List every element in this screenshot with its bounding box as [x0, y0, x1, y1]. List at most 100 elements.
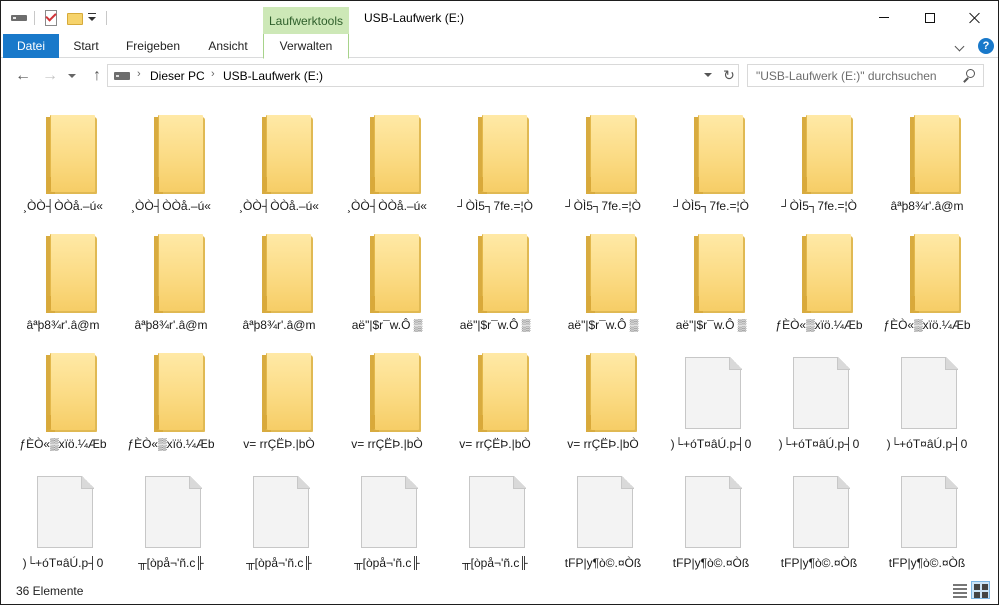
blank-file-icon: [657, 339, 765, 431]
file-item[interactable]: ╥[òpå¬'ñ.c╟: [333, 458, 441, 576]
large-icons-view-icon[interactable]: [971, 581, 990, 599]
item-name: aë"|$r¯w.Ô ▒: [351, 318, 423, 332]
folder-icon: [549, 339, 657, 432]
blank-file-icon: [549, 458, 657, 550]
tab-ansicht[interactable]: Ansicht: [193, 34, 263, 58]
item-name: ¸ÒÒ┤ÒÒå.–ú«: [239, 199, 319, 213]
folder-item[interactable]: aë"|$r¯w.Ô ▒: [657, 220, 765, 338]
item-name: tFP|y¶ò©.¤Òß: [780, 556, 858, 570]
forward-arrow-icon[interactable]: →: [39, 65, 61, 87]
folder-item[interactable]: ƒÈÒ«▒xïö.¼Æb: [873, 220, 981, 338]
breadcrumb-separator-icon[interactable]: ›: [137, 68, 141, 80]
blank-file-icon: [873, 339, 981, 431]
new-folder-icon[interactable]: [67, 10, 83, 26]
folder-item[interactable]: ƒÈÒ«▒xïö.¼Æb: [9, 339, 117, 457]
customize-quick-access-icon[interactable]: [87, 12, 97, 24]
address-bar[interactable]: › Dieser PC › USB-Laufwerk (E:) ↻: [107, 64, 739, 87]
refresh-icon[interactable]: ↻: [720, 66, 738, 85]
folder-item[interactable]: âªþ8¾r'.â@m: [225, 220, 333, 338]
recent-locations-chevron-icon[interactable]: [65, 65, 79, 87]
folder-item[interactable]: âªþ8¾r'.â@m: [873, 101, 981, 219]
tab-start[interactable]: Start: [59, 34, 113, 58]
item-name: )└+óT¤âÚ.p┤0: [886, 437, 968, 451]
folder-item[interactable]: ┘ÒÌ5┐7fe.=¦Ò: [765, 101, 873, 219]
up-arrow-icon[interactable]: ↑: [86, 65, 108, 87]
folder-icon: [873, 220, 981, 313]
item-name: âªþ8¾r'.â@m: [242, 318, 316, 332]
folder-icon: [117, 220, 225, 313]
item-name: v= rrÇËÞ.|bÒ: [243, 437, 315, 451]
item-name: ƒÈÒ«▒xïö.¼Æb: [775, 318, 863, 332]
item-name: ¸ÒÒ┤ÒÒå.–ú«: [131, 199, 211, 213]
folder-item[interactable]: ƒÈÒ«▒xïö.¼Æb: [765, 220, 873, 338]
file-item[interactable]: )└+óT¤âÚ.p┤0: [765, 339, 873, 457]
search-input[interactable]: [756, 65, 956, 86]
maximize-button[interactable]: [907, 1, 953, 34]
folder-item[interactable]: âªþ8¾r'.â@m: [117, 220, 225, 338]
close-button[interactable]: [952, 1, 998, 34]
file-item[interactable]: )└+óT¤âÚ.p┤0: [657, 339, 765, 457]
tab-verwalten[interactable]: Verwalten: [263, 34, 349, 59]
folder-icon: [441, 220, 549, 313]
folder-item[interactable]: ¸ÒÒ┤ÒÒå.–ú«: [117, 101, 225, 219]
item-name: ╥[òpå¬'ñ.c╟: [354, 556, 420, 570]
item-name: ƒÈÒ«▒xïö.¼Æb: [19, 437, 107, 451]
item-name: ┘ÒÌ5┐7fe.=¦Ò: [457, 199, 533, 213]
tab-datei[interactable]: Datei: [3, 34, 59, 58]
breadcrumb-separator-icon[interactable]: ›: [211, 68, 215, 80]
file-item[interactable]: ╥[òpå¬'ñ.c╟: [441, 458, 549, 576]
folder-item[interactable]: v= rrÇËÞ.|bÒ: [441, 339, 549, 457]
file-item[interactable]: tFP|y¶ò©.¤Òß: [549, 458, 657, 576]
file-item[interactable]: tFP|y¶ò©.¤Òß: [657, 458, 765, 576]
folder-item[interactable]: aë"|$r¯w.Ô ▒: [333, 220, 441, 338]
file-item[interactable]: )└+óT¤âÚ.p┤0: [873, 339, 981, 457]
tab-freigeben[interactable]: Freigeben: [113, 34, 193, 58]
expand-ribbon-chevron-icon[interactable]: [954, 39, 966, 51]
item-name: ƒÈÒ«▒xïö.¼Æb: [127, 437, 215, 451]
item-name: âªþ8¾r'.â@m: [890, 199, 964, 213]
minimize-button[interactable]: [861, 1, 907, 34]
search-icon[interactable]: [962, 69, 976, 83]
folder-item[interactable]: aë"|$r¯w.Ô ▒: [441, 220, 549, 338]
file-item[interactable]: tFP|y¶ò©.¤Òß: [873, 458, 981, 576]
breadcrumb-usb-drive[interactable]: USB-Laufwerk (E:): [223, 69, 323, 83]
item-name: tFP|y¶ò©.¤Òß: [888, 556, 966, 570]
item-name: )└+óT¤âÚ.p┤0: [778, 437, 860, 451]
folder-item[interactable]: ¸ÒÒ┤ÒÒå.–ú«: [9, 101, 117, 219]
blank-file-icon: [765, 339, 873, 431]
item-name: v= rrÇËÞ.|bÒ: [567, 437, 639, 451]
back-arrow-icon[interactable]: ←: [12, 65, 34, 87]
item-name: aë"|$r¯w.Ô ▒: [567, 318, 639, 332]
folder-item[interactable]: ƒÈÒ«▒xïö.¼Æb: [117, 339, 225, 457]
folder-item[interactable]: ┘ÒÌ5┐7fe.=¦Ò: [549, 101, 657, 219]
help-icon[interactable]: ?: [978, 38, 994, 54]
folder-item[interactable]: âªþ8¾r'.â@m: [9, 220, 117, 338]
folder-icon: [225, 339, 333, 432]
breadcrumb-dieser-pc[interactable]: Dieser PC: [150, 69, 205, 83]
item-name: ┘ÒÌ5┐7fe.=¦Ò: [565, 199, 641, 213]
folder-item[interactable]: ┘ÒÌ5┐7fe.=¦Ò: [657, 101, 765, 219]
blank-file-icon: [657, 458, 765, 550]
file-item[interactable]: ╥[òpå¬'ñ.c╟: [225, 458, 333, 576]
folder-item[interactable]: ┘ÒÌ5┐7fe.=¦Ò: [441, 101, 549, 219]
folder-icon: [9, 220, 117, 313]
properties-icon[interactable]: [43, 10, 59, 26]
folder-icon: [549, 101, 657, 194]
folder-item[interactable]: v= rrÇËÞ.|bÒ: [225, 339, 333, 457]
folder-item[interactable]: v= rrÇËÞ.|bÒ: [549, 339, 657, 457]
folder-icon: [441, 339, 549, 432]
folder-item[interactable]: ¸ÒÒ┤ÒÒå.–ú«: [333, 101, 441, 219]
search-box[interactable]: [747, 64, 984, 87]
file-item[interactable]: )└+óT¤âÚ.p┤0: [9, 458, 117, 576]
blank-file-icon: [765, 458, 873, 550]
folder-item[interactable]: ¸ÒÒ┤ÒÒå.–ú«: [225, 101, 333, 219]
status-bar: 36 Elemente: [1, 576, 998, 604]
file-item[interactable]: tFP|y¶ò©.¤Òß: [765, 458, 873, 576]
address-history-chevron-icon[interactable]: [704, 73, 712, 77]
ribbon-tab-bar: Datei Start Freigeben Ansicht Verwalten …: [1, 34, 998, 59]
folder-item[interactable]: v= rrÇËÞ.|bÒ: [333, 339, 441, 457]
details-view-icon[interactable]: [951, 582, 969, 598]
item-name: âªþ8¾r'.â@m: [26, 318, 100, 332]
file-item[interactable]: ╥[òpå¬'ñ.c╟: [117, 458, 225, 576]
folder-item[interactable]: aë"|$r¯w.Ô ▒: [549, 220, 657, 338]
